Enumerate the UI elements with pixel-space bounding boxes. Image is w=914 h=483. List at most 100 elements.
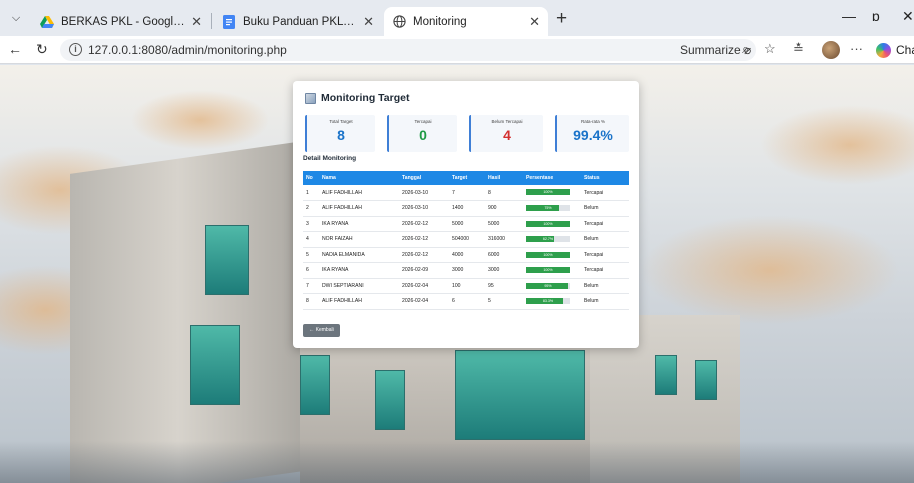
cell-no: 6: [303, 262, 319, 279]
progress-bar: 83.3%: [526, 298, 570, 305]
tab-berkas-pkl[interactable]: BERKAS PKL - Google Drive ✕: [32, 7, 210, 36]
progress-label: 83.3%: [542, 299, 554, 304]
stat-rata-rata: Rata-rata % 99.4%: [555, 115, 629, 152]
chat-button[interactable]: Cha: [896, 43, 914, 57]
column-header-status: Status: [581, 171, 629, 185]
cell-no: 1: [303, 185, 319, 201]
chart-icon: [305, 92, 316, 104]
page-title: Monitoring Target: [305, 92, 409, 104]
table-row: 2 ALIF FADHILLAH 2026-03-10 1400 900 75%…: [303, 200, 629, 217]
summarize-button[interactable]: Summarize ⌀: [680, 43, 751, 57]
cell-persentase: 83.3%: [523, 293, 581, 310]
cell-tanggal: 2026-02-04: [399, 293, 449, 310]
site-info-icon[interactable]: i: [69, 43, 82, 56]
cell-target: 4000: [449, 247, 485, 263]
profile-avatar[interactable]: [822, 41, 840, 59]
progress-label: 100%: [543, 252, 553, 257]
globe-icon: [392, 15, 406, 29]
cell-nama: IKA RYANA: [319, 262, 399, 279]
column-header-no: No: [303, 171, 319, 185]
progress-bar: 100%: [526, 220, 570, 227]
close-tab-icon[interactable]: ✕: [529, 14, 540, 30]
progress-label: 75%: [544, 206, 552, 211]
column-header-tanggal: Tanggal: [399, 171, 449, 185]
cell-persentase: 100%: [523, 185, 581, 201]
cell-hasil: 5: [485, 293, 523, 310]
cell-persentase: 95%: [523, 278, 581, 294]
refresh-icon[interactable]: ↻: [36, 41, 48, 58]
cell-hasil: 900: [485, 200, 523, 217]
tab-buku-panduan[interactable]: Buku Panduan PKL - 2025.docx - G ✕: [214, 7, 382, 36]
progress-label: 100%: [543, 268, 553, 273]
new-tab-icon[interactable]: +: [556, 8, 567, 30]
progress-bar: 62.7%: [526, 236, 570, 243]
stat-label: Tercapai: [414, 119, 432, 124]
progress-label: 62.7%: [542, 237, 554, 242]
tab-monitoring[interactable]: Monitoring ✕: [384, 7, 548, 36]
tab-title: Monitoring: [413, 15, 467, 28]
cell-tanggal: 2026-02-12: [399, 247, 449, 263]
table-header-row: No Nama Tanggal Target Hasil Persentase …: [303, 171, 629, 185]
tab-title: Buku Panduan PKL - 2025.docx - G: [243, 15, 357, 28]
stat-value: 4: [503, 127, 511, 143]
cell-status: Belum: [581, 200, 629, 217]
section-title: Detail Monitoring: [303, 155, 357, 162]
progress-bar: 75%: [526, 205, 570, 212]
tab-strip: ⌵ BERKAS PKL - Google Drive ✕ Buku Pandu…: [0, 0, 914, 36]
cell-persentase: 75%: [523, 200, 581, 217]
back-arrow-icon[interactable]: ←: [8, 41, 22, 57]
address-bar[interactable]: i 127.0.0.1:8080/admin/monitoring.php Su…: [60, 39, 756, 61]
favorite-star-icon[interactable]: ☆: [764, 41, 776, 57]
close-tab-icon[interactable]: ✕: [191, 14, 202, 30]
tab-divider: [211, 13, 212, 29]
progress-label: 100%: [543, 221, 553, 226]
cell-nama: ALIF FADHILLAH: [319, 200, 399, 217]
column-header-target: Target: [449, 171, 485, 185]
table-row: 6 IKA RYANA 2026-02-09 3000 3000 100% Te…: [303, 262, 629, 279]
cell-persentase: 100%: [523, 247, 581, 263]
progress-label: 95%: [544, 283, 552, 288]
minimize-icon[interactable]: —: [842, 8, 856, 24]
cell-status: Belum: [581, 231, 629, 248]
restore-icon[interactable]: ɒ: [872, 8, 880, 24]
cell-tanggal: 2026-02-09: [399, 262, 449, 279]
tab-title: BERKAS PKL - Google Drive: [61, 15, 185, 28]
cell-no: 2: [303, 200, 319, 217]
close-window-icon[interactable]: ✕: [902, 8, 914, 25]
favorites-list-icon[interactable]: ≛: [793, 41, 804, 57]
stat-tercapai: Tercapai 0: [387, 115, 457, 152]
progress-bar: 100%: [526, 267, 570, 274]
cell-tanggal: 2026-03-10: [399, 200, 449, 217]
stat-value: 0: [419, 127, 427, 143]
cell-hasil: 316000: [485, 231, 523, 248]
copilot-icon[interactable]: [876, 43, 891, 58]
cell-nama: IKA RYANA: [319, 216, 399, 232]
table-row: 8 ALIF FADHILLAH 2026-02-04 6 5 83.3% Be…: [303, 293, 629, 310]
summarize-label: Summarize: [680, 43, 741, 57]
cell-tanggal: 2026-02-04: [399, 278, 449, 294]
stat-value: 8: [337, 127, 345, 143]
stat-total-target: Total Target 8: [305, 115, 375, 152]
more-options-icon[interactable]: ···: [850, 41, 863, 56]
cell-hasil: 95: [485, 278, 523, 294]
zoom-icon[interactable]: ⌕: [742, 41, 749, 57]
cell-target: 5000: [449, 216, 485, 232]
url-text[interactable]: 127.0.0.1:8080/admin/monitoring.php: [88, 43, 287, 57]
cell-tanggal: 2026-03-10: [399, 185, 449, 201]
stat-label: Rata-rata %: [580, 119, 605, 124]
cell-hasil: 3000: [485, 262, 523, 279]
progress-bar: 100%: [526, 189, 570, 196]
tab-actions-menu-icon[interactable]: ⌵: [6, 9, 26, 27]
cell-no: 3: [303, 216, 319, 232]
cell-target: 3000: [449, 262, 485, 279]
table-row: 4 NOR FAIZAH 2026-02-12 504000 316000 62…: [303, 231, 629, 248]
table-row: 7 DWI SEPTIARANI 2026-02-04 100 95 95% B…: [303, 278, 629, 294]
monitoring-table: No Nama Tanggal Target Hasil Persentase …: [303, 171, 629, 310]
close-tab-icon[interactable]: ✕: [363, 14, 374, 30]
cell-target: 1400: [449, 200, 485, 217]
back-button[interactable]: ← Kembali: [303, 324, 340, 337]
google-docs-icon: [222, 14, 236, 29]
progress-label: 100%: [543, 190, 553, 195]
cell-tanggal: 2026-02-12: [399, 231, 449, 248]
cell-target: 7: [449, 185, 485, 201]
